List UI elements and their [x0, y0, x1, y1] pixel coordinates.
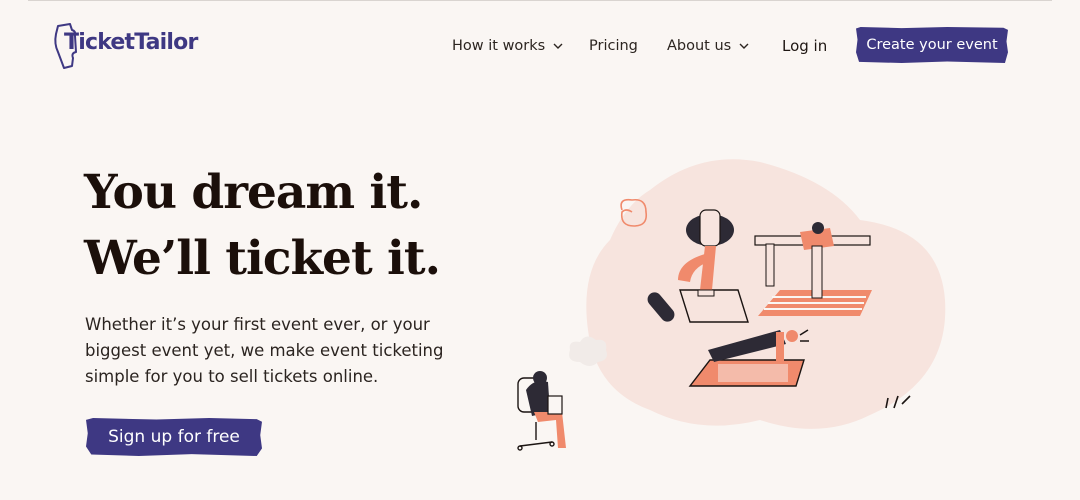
nav-how-it-works-label: How it works — [452, 38, 546, 54]
figure-2-leg-left — [765, 243, 775, 287]
figure-1-arms — [699, 209, 721, 247]
hero-headline: You dream it. We’ll ticket it. — [84, 160, 441, 292]
nav-about-us[interactable]: About us — [667, 38, 749, 54]
chair-base — [517, 422, 555, 451]
top-divider — [28, 0, 1052, 1]
hero-headline-line-1: You dream it. — [84, 165, 423, 220]
logo-text: TicketTailor — [64, 30, 198, 55]
nav-how-it-works[interactable]: How it works — [452, 38, 563, 54]
figure-3-arm — [776, 332, 784, 362]
nav-pricing-label: Pricing — [589, 38, 638, 54]
hero-subtext: Whether it’s your first event ever, or y… — [85, 315, 444, 386]
hero-headline-line-2: We’ll ticket it. — [84, 231, 441, 286]
nav-log-in[interactable]: Log in — [782, 37, 827, 55]
person-head — [533, 371, 547, 385]
sign-up-button[interactable]: Sign up for free — [86, 418, 262, 456]
chevron-down-icon — [553, 38, 563, 54]
create-event-button[interactable]: Create your event — [856, 27, 1008, 63]
mat-3-inner — [718, 364, 788, 382]
figure-2-leg-right — [811, 245, 823, 299]
laptop — [547, 395, 563, 415]
logo-link[interactable]: TicketTailor — [52, 20, 212, 70]
nav-pricing[interactable]: Pricing — [589, 38, 638, 54]
figure-3-head — [786, 330, 798, 342]
nav-about-us-label: About us — [667, 38, 732, 54]
nav-log-in-label: Log in — [782, 37, 828, 55]
figure-2-head — [812, 222, 824, 234]
yoga-illustration — [517, 159, 946, 451]
figure-1-foot — [697, 289, 715, 297]
illustration-blob — [586, 159, 946, 429]
chevron-down-icon — [739, 38, 749, 54]
